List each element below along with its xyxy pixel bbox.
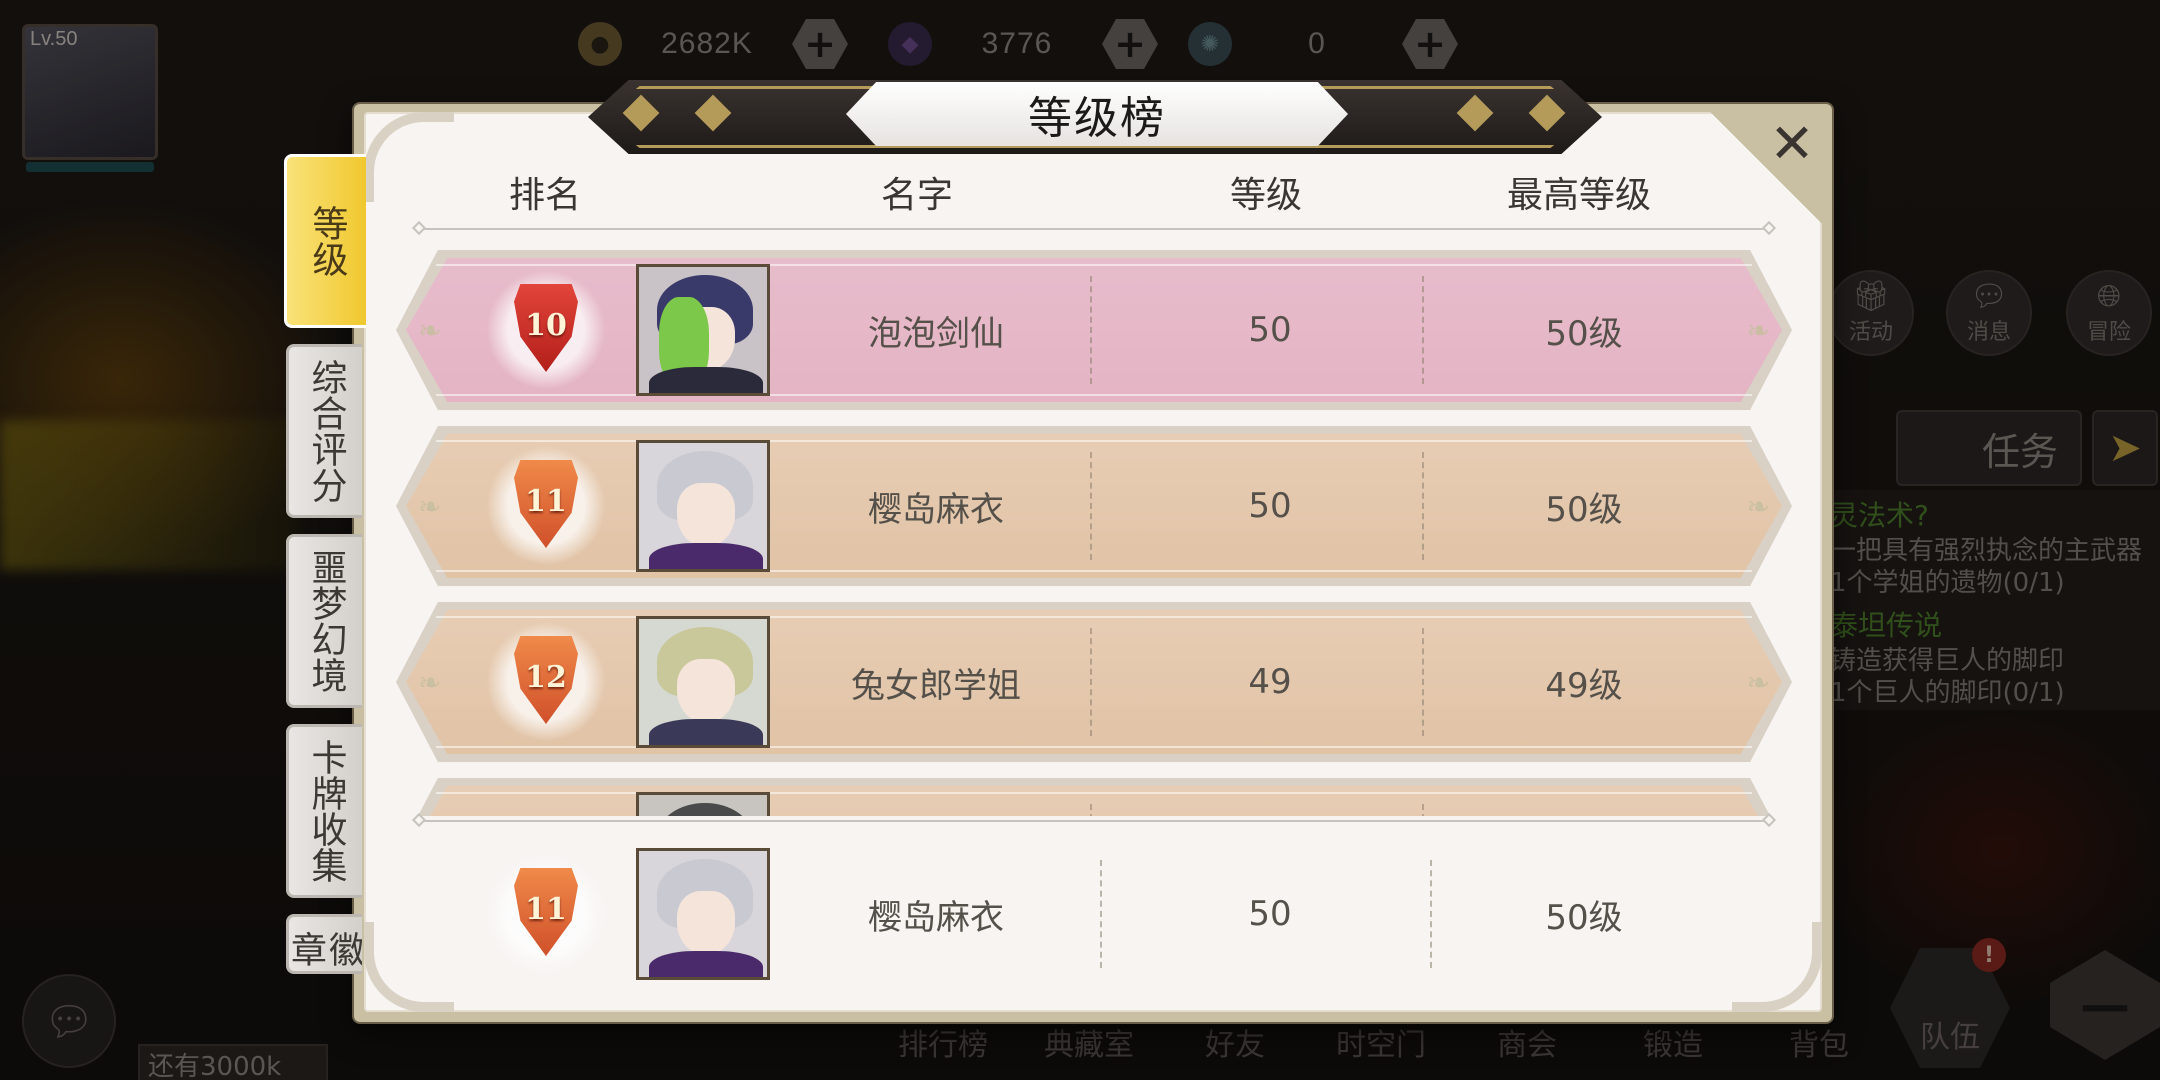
header-name: 名字 xyxy=(880,175,954,216)
player-name: 樱岛麻衣 xyxy=(868,489,1004,530)
rank-badge: 12 xyxy=(486,622,606,742)
table-row[interactable]: ❧ ❧ 12 兔女郎学姐 49 49级 xyxy=(396,602,1792,762)
fleur-ornament-icon: ❧ xyxy=(418,666,442,699)
player-level-value: 49 xyxy=(1248,662,1292,702)
table-row[interactable]: ❧ ❧ 10 泡泡剑仙 50 50级 xyxy=(396,250,1792,410)
avatar[interactable] xyxy=(636,848,770,980)
rank-number: 11 xyxy=(525,891,567,927)
rank-number: 12 xyxy=(525,659,567,695)
avatar[interactable] xyxy=(636,440,770,572)
fleur-ornament-icon: ❧ xyxy=(418,490,442,523)
rank-number: 10 xyxy=(525,307,567,343)
player-name: 泡泡剑仙 xyxy=(868,313,1004,354)
player-name: 樱岛麻衣 xyxy=(868,897,1004,938)
table-row[interactable]: ❧ ❧ 11 樱岛麻衣 50 50级 xyxy=(396,426,1792,586)
fleur-ornament-icon: ❧ xyxy=(1746,490,1770,523)
fleur-ornament-icon: ❧ xyxy=(418,314,442,347)
tab-overall-score[interactable]: 综合评分 xyxy=(286,344,362,518)
tab-nightmare[interactable]: 噩梦幻境 xyxy=(286,534,362,708)
player-level-value: 50 xyxy=(1248,310,1292,350)
leaderboard-list[interactable]: ❧ ❧ 10 泡泡剑仙 50 50级 ❧ ❧ 11 樱岛麻衣 50 50级 ❧ … xyxy=(380,250,1810,816)
rank-number: 11 xyxy=(525,483,567,519)
player-max-level: 50级 xyxy=(1545,897,1623,938)
player-max-level: 50级 xyxy=(1545,489,1623,530)
tab-card-collection[interactable]: 卡牌收集 xyxy=(286,724,362,898)
self-row-divider xyxy=(418,820,1770,822)
rank-badge: 10 xyxy=(486,270,606,390)
close-icon[interactable]: ✕ xyxy=(1764,116,1820,172)
fleur-ornament-icon: ❧ xyxy=(1746,666,1770,699)
header-divider xyxy=(418,228,1770,230)
player-level-value: 50 xyxy=(1248,486,1292,526)
fleur-ornament-icon: ❧ xyxy=(1746,314,1770,347)
avatar[interactable] xyxy=(636,264,770,396)
self-rank-row: 11 樱岛麻衣 50 50级 xyxy=(396,834,1792,994)
modal-title: 等级榜 xyxy=(846,82,1348,146)
avatar[interactable] xyxy=(636,616,770,748)
table-row[interactable] xyxy=(396,778,1792,816)
player-name: 兔女郎学姐 xyxy=(851,665,1021,706)
header-rank: 排名 xyxy=(508,175,582,216)
header-max-level: 最高等级 xyxy=(1506,175,1652,216)
player-level-value: 50 xyxy=(1248,894,1292,934)
player-max-level: 49级 xyxy=(1545,665,1623,706)
avatar[interactable] xyxy=(636,792,770,816)
rank-badge: 11 xyxy=(486,854,606,974)
rank-badge: 11 xyxy=(486,446,606,566)
tab-badge[interactable]: 徽章 xyxy=(286,914,362,974)
header-level: 等级 xyxy=(1229,175,1303,216)
player-max-level: 50级 xyxy=(1545,313,1623,354)
tab-level[interactable]: 等级 xyxy=(284,154,366,328)
